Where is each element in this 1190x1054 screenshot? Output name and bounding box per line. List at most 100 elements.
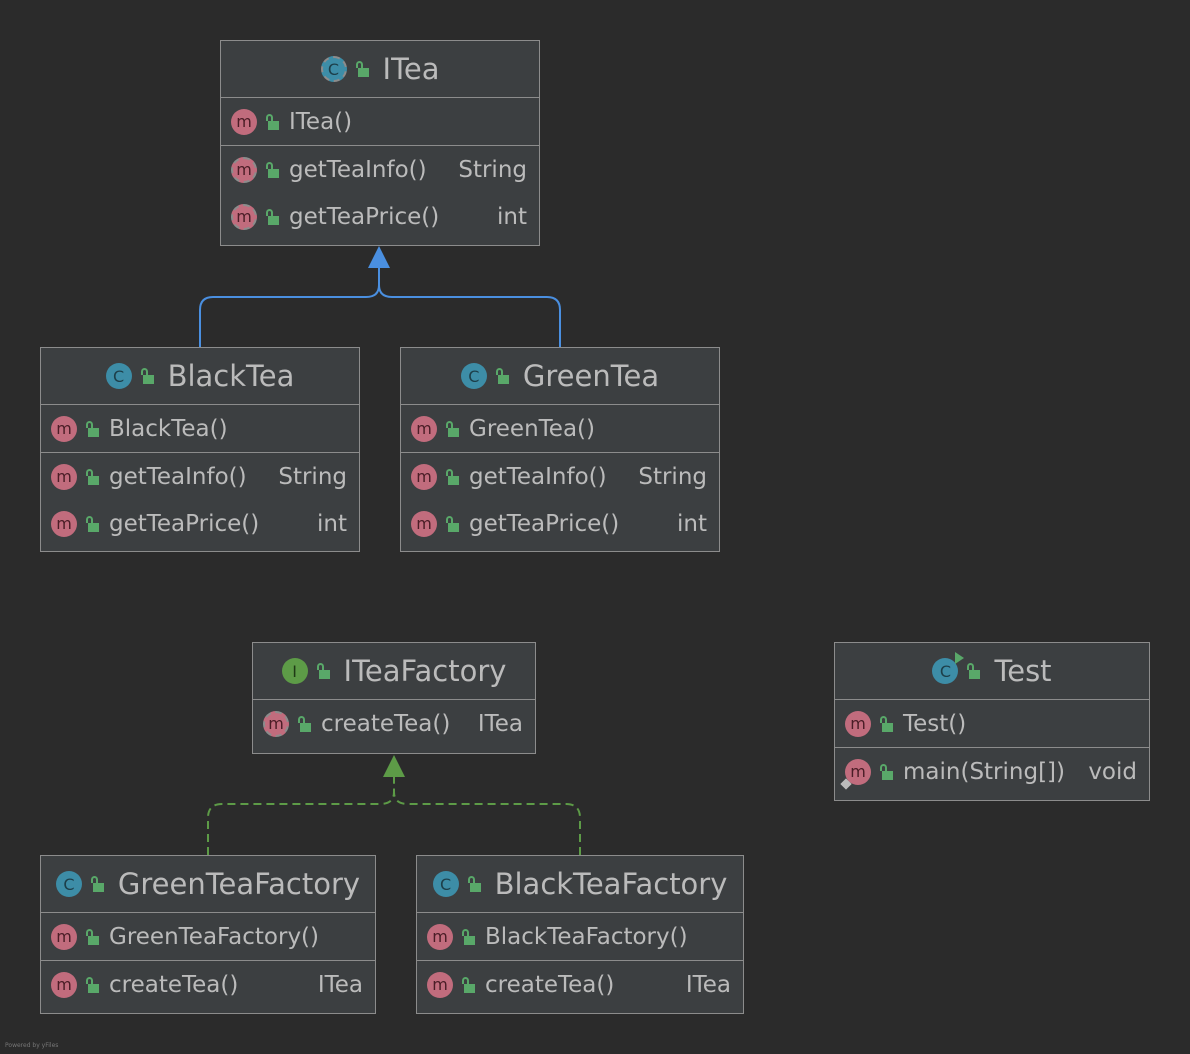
- class-greenteafactory[interactable]: C GreenTeaFactory m GreenTeaFactory() m …: [40, 855, 376, 1014]
- member-name: getTeaInfo(): [289, 156, 427, 183]
- class-badge-letter: C: [939, 661, 952, 681]
- member-row[interactable]: m createTea() ITea: [253, 700, 535, 747]
- member-type: ITea: [685, 971, 731, 998]
- public-lock-icon: [879, 763, 893, 780]
- class-icon: C: [105, 363, 132, 389]
- public-lock-icon: [85, 976, 99, 993]
- public-lock-icon: [265, 208, 279, 225]
- methods-section: m createTea() ITea: [41, 961, 375, 1008]
- member-row[interactable]: m GreenTea(): [401, 405, 719, 452]
- member-row[interactable]: m getTeaInfo() String: [41, 453, 359, 500]
- methods-section: m main(String[]) void: [835, 748, 1149, 795]
- member-type: String: [638, 463, 707, 490]
- class-icon: C: [55, 871, 82, 897]
- method-icon: m: [427, 923, 453, 950]
- member-row[interactable]: m createTea() ITea: [417, 961, 743, 1008]
- member-row[interactable]: m BlackTeaFactory(): [417, 913, 743, 960]
- extends-arrowhead: [368, 246, 390, 268]
- class-blackteafactory[interactable]: C BlackTeaFactory m BlackTeaFactory() m …: [416, 855, 744, 1014]
- edge-blacktea-extends-itea: [199, 268, 380, 347]
- class-title: BlackTea: [167, 359, 295, 393]
- member-name: getTeaInfo(): [109, 463, 247, 490]
- member-row[interactable]: m getTeaPrice() int: [401, 500, 719, 547]
- method-icon: m: [231, 108, 257, 135]
- public-lock-icon: [297, 715, 311, 732]
- method-icon: m: [427, 971, 453, 998]
- member-name: getTeaPrice(): [109, 510, 260, 537]
- methods-section: m createTea() ITea: [417, 961, 743, 1008]
- methods-section: m getTeaInfo() String m getTeaPrice() in…: [221, 146, 539, 240]
- interface-iteafactory[interactable]: I ITeaFactory m createTea() ITea: [252, 642, 536, 754]
- member-name: createTea(): [485, 971, 615, 998]
- constructors-section: m Test(): [835, 700, 1149, 748]
- public-lock-icon: [879, 715, 893, 732]
- member-row[interactable]: m ITea(): [221, 98, 539, 145]
- constructors-section: m BlackTeaFactory(): [417, 913, 743, 961]
- methods-section: m createTea() ITea: [253, 700, 535, 747]
- constructors-section: m GreenTea(): [401, 405, 719, 453]
- member-name: getTeaPrice(): [289, 203, 440, 230]
- class-icon: C: [460, 363, 487, 389]
- method-icon: m: [411, 463, 437, 490]
- method-icon: m: [51, 510, 77, 537]
- public-lock-icon: [90, 876, 104, 892]
- method-icon: m: [411, 415, 437, 442]
- runnable-class-icon: C: [932, 652, 965, 684]
- member-row[interactable]: m getTeaPrice() int: [41, 500, 359, 547]
- public-lock-icon: [461, 928, 475, 945]
- edge-greentea-extends-itea: [378, 268, 561, 347]
- class-header: C Test: [835, 643, 1149, 700]
- public-lock-icon: [445, 515, 459, 532]
- member-type: int: [677, 510, 707, 537]
- class-itea[interactable]: C ITea m ITea() m getTeaInfo() String m …: [220, 40, 540, 246]
- member-type: int: [497, 203, 527, 230]
- methods-section: m getTeaInfo() String m getTeaPrice() in…: [401, 453, 719, 547]
- member-name: GreenTeaFactory(): [109, 923, 319, 950]
- constructors-section: m ITea(): [221, 98, 539, 146]
- methods-section: m getTeaInfo() String m getTeaPrice() in…: [41, 453, 359, 547]
- member-row[interactable]: m getTeaInfo() String: [221, 146, 539, 193]
- member-name: ITea(): [289, 108, 353, 135]
- method-icon: m: [51, 415, 77, 442]
- member-row[interactable]: m BlackTea(): [41, 405, 359, 452]
- implements-arrowhead: [383, 755, 405, 777]
- abstract-class-icon: C: [320, 56, 347, 82]
- member-type: int: [317, 510, 347, 537]
- member-type: ITea: [477, 710, 523, 737]
- public-lock-icon: [316, 663, 330, 679]
- public-lock-icon: [966, 663, 981, 679]
- public-lock-icon: [265, 113, 279, 130]
- method-icon: m: [51, 463, 77, 490]
- class-title: BlackTeaFactory: [494, 867, 728, 901]
- class-blacktea[interactable]: C BlackTea m BlackTea() m getTeaInfo() S…: [40, 347, 360, 552]
- member-row[interactable]: m getTeaInfo() String: [401, 453, 719, 500]
- member-name: createTea(): [109, 971, 239, 998]
- abstract-method-icon: m: [231, 156, 257, 183]
- constructors-section: m GreenTeaFactory(): [41, 913, 375, 961]
- member-row[interactable]: m GreenTeaFactory(): [41, 913, 375, 960]
- class-title: GreenTea: [522, 359, 660, 393]
- class-icon: C: [432, 871, 459, 897]
- member-type: String: [458, 156, 527, 183]
- member-name: getTeaPrice(): [469, 510, 620, 537]
- class-greentea[interactable]: C GreenTea m GreenTea() m getTeaInfo() S…: [400, 347, 720, 552]
- implements-edges: [207, 777, 581, 855]
- edge-blackteafactory-implements-iteafactory: [393, 777, 581, 855]
- class-test[interactable]: C Test m Test() m main(String[]) void: [834, 642, 1150, 801]
- class-title: Test: [994, 654, 1052, 688]
- class-title: ITeaFactory: [343, 654, 507, 688]
- public-lock-icon: [467, 876, 481, 892]
- class-title: GreenTeaFactory: [117, 867, 361, 901]
- member-type: ITea: [317, 971, 363, 998]
- member-row[interactable]: m createTea() ITea: [41, 961, 375, 1008]
- abstract-method-icon: m: [263, 710, 289, 737]
- member-row[interactable]: m getTeaPrice() int: [221, 193, 539, 240]
- class-header: C ITea: [221, 41, 539, 98]
- extends-edges: [199, 268, 561, 347]
- member-row[interactable]: m Test(): [835, 700, 1149, 747]
- public-lock-icon: [265, 161, 279, 178]
- class-title: ITea: [382, 52, 440, 86]
- member-row[interactable]: m main(String[]) void: [835, 748, 1149, 795]
- member-name: BlackTeaFactory(): [485, 923, 688, 950]
- class-header: C GreenTeaFactory: [41, 856, 375, 913]
